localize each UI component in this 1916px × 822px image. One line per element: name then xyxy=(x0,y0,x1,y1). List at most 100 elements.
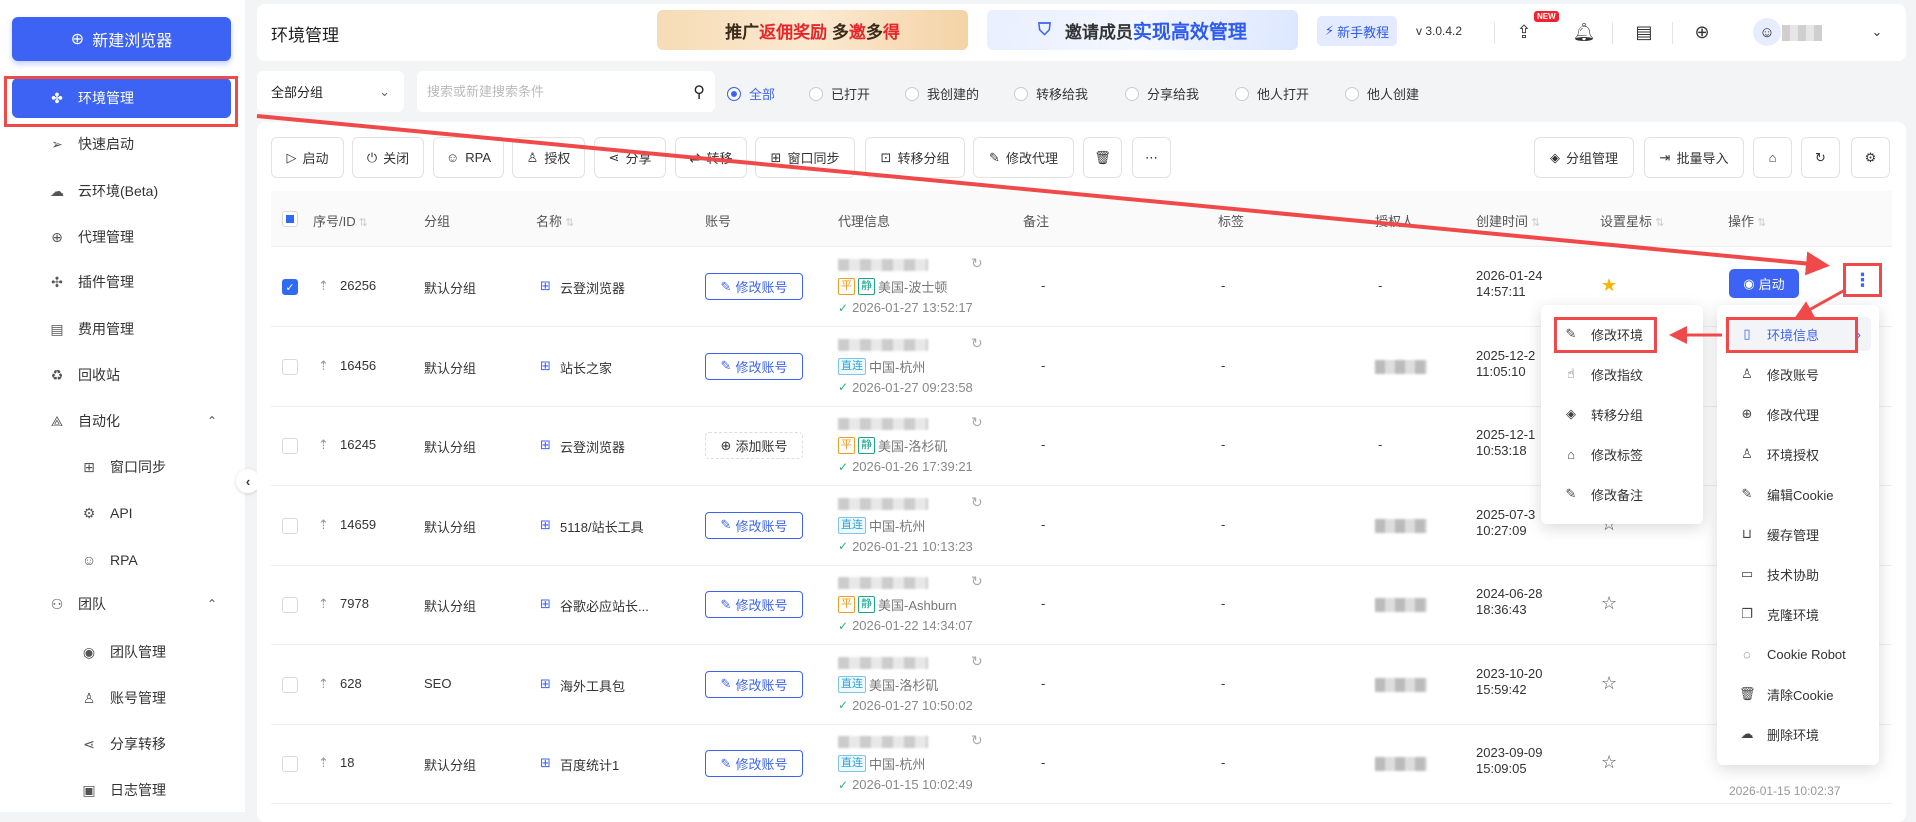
env-name[interactable]: 谷歌必应站长... xyxy=(560,596,649,615)
menu-item[interactable]: ♙ 环境授权 xyxy=(1725,437,1871,471)
edit-account-button[interactable]: ✎ 修改账号 xyxy=(705,670,803,698)
refresh-icon[interactable]: ↻ xyxy=(971,335,983,352)
toolbar-button[interactable]: ⇄ 转移 xyxy=(675,137,747,178)
toolbar-button[interactable]: ⇥ 批量导入 xyxy=(1644,137,1744,178)
sidebar-item[interactable]: ▤ 费用管理 xyxy=(12,309,231,349)
filter-radio[interactable]: 全部 xyxy=(727,84,775,103)
menu-item[interactable]: ♙ 修改账号 xyxy=(1725,357,1871,391)
column-header[interactable]: 序号/ID ⇅ xyxy=(313,211,368,230)
sidebar-item[interactable]: ☺ RPA xyxy=(12,540,231,580)
promo-banner[interactable]: 推广 返佣奖励 多邀多得 xyxy=(657,10,968,50)
toolbar-button[interactable]: ✎ 修改代理 xyxy=(973,137,1074,178)
chevron-down-icon[interactable]: ⌄ xyxy=(1863,18,1891,46)
menu-item[interactable]: ✎ 编辑Cookie xyxy=(1725,477,1871,511)
sidebar-item[interactable]: ♙ 账号管理 xyxy=(12,678,231,718)
refresh-icon[interactable]: ↻ xyxy=(971,414,983,431)
sidebar-item[interactable]: ◉ 团队管理 xyxy=(12,632,231,672)
pin-top-icon[interactable]: ⇡ xyxy=(318,278,329,294)
edit-account-button[interactable]: ✎ 修改账号 xyxy=(705,273,803,300)
toolbar-button[interactable]: ⊞ 窗口同步 xyxy=(755,137,855,178)
filter-radio[interactable]: 转移给我 xyxy=(1014,84,1088,103)
filter-radio[interactable]: 分享给我 xyxy=(1125,84,1199,103)
menu-item[interactable]: ▭ 技术协助 xyxy=(1725,557,1871,591)
sidebar-item[interactable]: ⚙ API xyxy=(12,493,231,533)
tag-button[interactable]: ⌂ xyxy=(1753,137,1792,178)
row-checkbox[interactable] xyxy=(282,756,298,772)
refresh-icon[interactable]: ↻ xyxy=(971,255,983,272)
sidebar-item[interactable]: ▣ 日志管理 xyxy=(12,770,231,810)
cloud-upload-icon[interactable]: ⇪ xyxy=(1510,18,1538,46)
select-all-checkbox[interactable] xyxy=(282,211,298,227)
row-checkbox[interactable] xyxy=(282,597,298,613)
invite-banner[interactable]: ⛉ 邀请成员 实现高效管理 xyxy=(987,10,1298,50)
menu-item[interactable]: ◌ Cookie Robot xyxy=(1725,637,1871,671)
sort-icon[interactable]: ⇅ xyxy=(356,217,368,229)
pin-top-icon[interactable]: ⇡ xyxy=(318,517,329,533)
tutorial-button[interactable]: ⚡ 新手教程 xyxy=(1317,16,1397,46)
pin-top-icon[interactable]: ⇡ xyxy=(318,676,329,692)
group-select[interactable]: 全部分组 ⌄ xyxy=(257,71,404,112)
menu-item[interactable]: ❐ 克隆环境 xyxy=(1725,597,1871,631)
row-checkbox[interactable]: ✓ xyxy=(282,279,298,295)
bell-icon[interactable]: 🔔︎ xyxy=(1570,18,1598,46)
refresh-button[interactable]: ↻ xyxy=(1801,137,1840,178)
star-icon[interactable]: ☆ xyxy=(1601,752,1617,773)
filter-radio[interactable]: 已打开 xyxy=(809,84,870,103)
sidebar-item[interactable]: ⚇ 团队 ⌃ xyxy=(12,584,231,624)
env-name[interactable]: 云登浏览器 xyxy=(560,278,625,297)
menu-item[interactable]: ⊔ 缓存管理 xyxy=(1725,517,1871,551)
row-checkbox[interactable] xyxy=(282,438,298,454)
column-header[interactable]: 操作 ⇅ xyxy=(1728,211,1766,230)
search-icon[interactable]: ⚲ xyxy=(693,82,705,102)
menu-item[interactable]: 🗑 清除Cookie xyxy=(1725,677,1871,711)
sidebar-item[interactable]: ⊕ 代理管理 xyxy=(12,217,231,257)
more-actions-button[interactable]: ⋮ xyxy=(1843,263,1882,297)
column-header[interactable]: 创建时间 ⇅ xyxy=(1476,211,1540,230)
env-name[interactable]: 百度统计1 xyxy=(560,755,619,774)
toolbar-button[interactable]: ▷ 启动 xyxy=(271,137,344,178)
chevron-up-icon[interactable]: ⌃ xyxy=(207,597,217,611)
menu-item[interactable]: ☁ 删除环境 xyxy=(1725,717,1871,751)
pin-top-icon[interactable]: ⇡ xyxy=(318,596,329,612)
edit-account-button[interactable]: ✎ 修改账号 xyxy=(705,352,803,380)
column-header[interactable]: 设置星标 ⇅ xyxy=(1600,211,1664,230)
refresh-icon[interactable]: ↻ xyxy=(971,573,983,590)
filter-radio[interactable]: 他人创建 xyxy=(1345,84,1419,103)
document-clock-icon[interactable]: ▤ xyxy=(1630,18,1658,46)
row-checkbox[interactable] xyxy=(282,676,298,693)
refresh-icon[interactable]: ↻ xyxy=(971,732,983,749)
toolbar-button[interactable]: ☺ RPA xyxy=(433,137,504,178)
star-icon[interactable]: ☆ xyxy=(1601,593,1617,614)
env-name[interactable]: 海外工具包 xyxy=(560,676,625,695)
edit-account-button[interactable]: ✎ 修改账号 xyxy=(705,511,803,539)
row-checkbox[interactable] xyxy=(282,358,298,375)
search-input[interactable] xyxy=(427,84,694,99)
sidebar-item[interactable]: ♻ 回收站 xyxy=(12,355,231,395)
start-button[interactable]: ◉ 启动 xyxy=(1729,269,1799,298)
sidebar-item[interactable]: ⟁ 自动化 ⌃ xyxy=(12,401,231,441)
pin-top-icon[interactable]: ⇡ xyxy=(318,358,329,374)
chevron-up-icon[interactable]: ⌃ xyxy=(207,414,217,428)
sort-icon[interactable]: ⇅ xyxy=(1652,217,1664,229)
row-checkbox[interactable] xyxy=(282,517,298,534)
new-browser-button[interactable]: ⊕ 新建浏览器 xyxy=(12,17,231,61)
sort-icon[interactable]: ⇅ xyxy=(1754,217,1766,229)
env-name[interactable]: 5118/站长工具 xyxy=(560,517,644,536)
toolbar-button[interactable]: ⋖ 分享 xyxy=(594,137,666,178)
menu-item[interactable]: ⌂ 修改标签 xyxy=(1549,437,1695,471)
env-name[interactable]: 云登浏览器 xyxy=(560,437,625,456)
pin-top-icon[interactable]: ⇡ xyxy=(318,437,329,453)
more-button[interactable]: ⋯ xyxy=(1132,137,1171,178)
toolbar-button[interactable]: ◈ 分组管理 xyxy=(1534,137,1634,178)
sidebar-item[interactable]: ✣ 插件管理 xyxy=(12,262,231,302)
edit-account-button[interactable]: ✎ 修改账号 xyxy=(705,750,803,777)
refresh-icon[interactable]: ↻ xyxy=(971,494,983,511)
menu-item[interactable]: ◈ 转移分组 xyxy=(1549,397,1695,431)
refresh-icon[interactable]: ↻ xyxy=(971,653,983,670)
star-icon[interactable]: ☆ xyxy=(1601,673,1617,694)
sort-icon[interactable]: ⇅ xyxy=(1528,217,1540,229)
env-name[interactable]: 站长之家 xyxy=(560,358,612,377)
trash-button[interactable]: 🗑 xyxy=(1083,137,1122,178)
column-header[interactable]: 名称 ⇅ xyxy=(536,211,574,230)
edit-account-button[interactable]: ✎ 修改账号 xyxy=(705,591,803,618)
